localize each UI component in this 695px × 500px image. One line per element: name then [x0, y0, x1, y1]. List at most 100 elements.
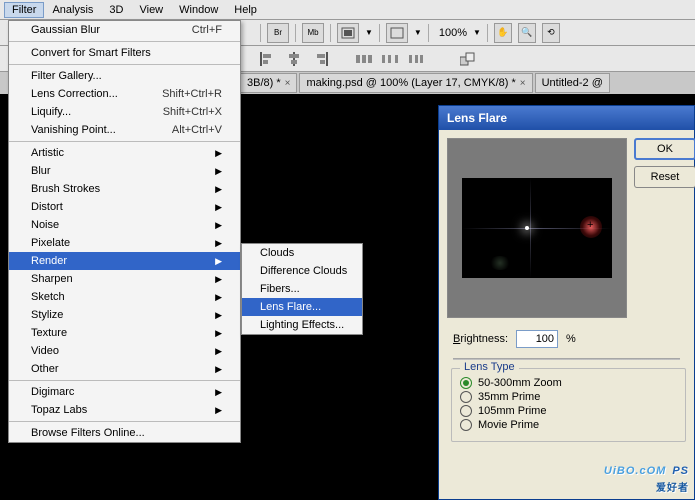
menu-window[interactable]: Window: [171, 2, 226, 18]
menu-convert-smart[interactable]: Convert for Smart Filters: [9, 44, 240, 62]
menu-vanishing-point[interactable]: Vanishing Point...Alt+Ctrl+V: [9, 121, 240, 139]
zoom-level[interactable]: 100%: [439, 27, 467, 39]
hand-tool-icon[interactable]: ✋: [494, 23, 512, 43]
zoom-tool-icon[interactable]: 🔍: [518, 23, 536, 43]
doc-tab[interactable]: making.psd @ 100% (Layer 17, CMYK/8) *×: [299, 73, 532, 93]
submenu-clouds[interactable]: Clouds: [242, 244, 362, 262]
menubar: Filter Analysis 3D View Window Help: [0, 0, 695, 20]
separator: [260, 24, 261, 42]
ok-button[interactable]: OK: [634, 138, 695, 160]
radio-35mm[interactable]: 35mm Prime: [460, 391, 677, 403]
menu-digimarc[interactable]: Digimarc▶: [9, 383, 240, 401]
submenu-arrow-icon: ▶: [215, 184, 222, 195]
submenu-lens-flare[interactable]: Lens Flare...: [242, 298, 362, 316]
radio-icon: [460, 405, 472, 417]
submenu-arrow-icon: ▶: [215, 202, 222, 213]
submenu-arrow-icon: ▶: [215, 387, 222, 398]
preview-box[interactable]: [447, 138, 627, 318]
submenu-arrow-icon: ▶: [215, 220, 222, 231]
menu-sketch[interactable]: Sketch▶: [9, 288, 240, 306]
separator: [487, 24, 488, 42]
menu-lens-correction[interactable]: Lens Correction...Shift+Ctrl+R: [9, 85, 240, 103]
brightness-slider[interactable]: [453, 358, 680, 360]
menu-texture[interactable]: Texture▶: [9, 324, 240, 342]
align-center-h-icon[interactable]: [286, 52, 302, 66]
separator: [428, 24, 429, 42]
radio-movie[interactable]: Movie Prime: [460, 419, 677, 431]
menu-filter-gallery[interactable]: Filter Gallery...: [9, 67, 240, 85]
brightness-label: Brightness:: [453, 333, 508, 345]
render-submenu: Clouds Difference Clouds Fibers... Lens …: [241, 243, 363, 335]
menu-blur[interactable]: Blur▶: [9, 162, 240, 180]
submenu-arrow-icon: ▶: [215, 148, 222, 159]
dialog-titlebar[interactable]: Lens Flare: [439, 106, 694, 130]
menu-artistic[interactable]: Artistic▶: [9, 144, 240, 162]
radio-icon: [460, 377, 472, 389]
doc-tab[interactable]: 3B/8) *×: [240, 73, 297, 93]
menu-distort[interactable]: Distort▶: [9, 198, 240, 216]
submenu-arrow-icon: ▶: [215, 292, 222, 303]
screenmode-button[interactable]: [337, 23, 359, 43]
menu-analysis[interactable]: Analysis: [44, 2, 101, 18]
submenu-arrow-icon: ▶: [215, 238, 222, 249]
flare-center-crosshair[interactable]: [580, 216, 602, 238]
radio-icon: [460, 419, 472, 431]
menu-sharpen[interactable]: Sharpen▶: [9, 270, 240, 288]
radio-50-300mm[interactable]: 50-300mm Zoom: [460, 377, 677, 389]
submenu-arrow-icon: ▶: [215, 328, 222, 339]
menu-pixelate[interactable]: Pixelate▶: [9, 234, 240, 252]
lens-type-group: Lens Type 50-300mm Zoom 35mm Prime 105mm…: [451, 368, 686, 442]
menu-view[interactable]: View: [131, 2, 171, 18]
menu-video[interactable]: Video▶: [9, 342, 240, 360]
submenu-arrow-icon: ▶: [215, 256, 222, 267]
menu-liquify[interactable]: Liquify...Shift+Ctrl+X: [9, 103, 240, 121]
menu-help[interactable]: Help: [226, 2, 265, 18]
menu-noise[interactable]: Noise▶: [9, 216, 240, 234]
distribute-h2-icon[interactable]: [382, 52, 398, 66]
submenu-fibers[interactable]: Fibers...: [242, 280, 362, 298]
rotate-tool-icon[interactable]: ⟲: [542, 23, 560, 43]
menu-filter[interactable]: Filter: [4, 2, 44, 18]
menu-3d[interactable]: 3D: [101, 2, 131, 18]
distribute-h3-icon[interactable]: [408, 52, 424, 66]
menu-stylize[interactable]: Stylize▶: [9, 306, 240, 324]
lens-flare-dialog: Lens Flare OK Reset Brightness: % Lens T…: [438, 105, 695, 500]
submenu-difference-clouds[interactable]: Difference Clouds: [242, 262, 362, 280]
menu-render[interactable]: Render▶: [9, 252, 240, 270]
menu-brush-strokes[interactable]: Brush Strokes▶: [9, 180, 240, 198]
watermark: UiBO.cOM PS 爱好者: [604, 458, 689, 494]
lens-type-legend: Lens Type: [460, 361, 519, 373]
submenu-arrow-icon: ▶: [215, 346, 222, 357]
separator: [295, 24, 296, 42]
align-left-icon[interactable]: [260, 52, 276, 66]
submenu-arrow-icon: ▶: [215, 274, 222, 285]
minibridge-button[interactable]: Mb: [302, 23, 324, 43]
filter-menu-dropdown: Gaussian BlurCtrl+F Convert for Smart Fi…: [8, 20, 241, 443]
close-icon[interactable]: ×: [520, 78, 526, 89]
bridge-button[interactable]: Br: [267, 23, 289, 43]
radio-icon: [460, 391, 472, 403]
menu-last-filter[interactable]: Gaussian BlurCtrl+F: [9, 21, 240, 39]
reset-button[interactable]: Reset: [634, 166, 695, 188]
submenu-arrow-icon: ▶: [215, 405, 222, 416]
percent-label: %: [566, 333, 576, 345]
radio-105mm[interactable]: 105mm Prime: [460, 405, 677, 417]
submenu-lighting-effects[interactable]: Lighting Effects...: [242, 316, 362, 334]
separator: [330, 24, 331, 42]
doc-tab[interactable]: Untitled-2 @: [535, 73, 610, 93]
align-right-icon[interactable]: [312, 52, 328, 66]
distribute-h1-icon[interactable]: [356, 52, 372, 66]
dropdown-icon: ▼: [473, 28, 481, 37]
preview-image[interactable]: [462, 178, 612, 278]
menu-topaz[interactable]: Topaz Labs▶: [9, 401, 240, 419]
auto-align-icon[interactable]: [460, 51, 480, 67]
viewextras-button[interactable]: [386, 23, 408, 43]
close-icon[interactable]: ×: [285, 78, 291, 89]
brightness-input[interactable]: [516, 330, 558, 348]
menu-browse-filters[interactable]: Browse Filters Online...: [9, 424, 240, 442]
separator: [379, 24, 380, 42]
menu-other[interactable]: Other▶: [9, 360, 240, 378]
dropdown-icon: ▼: [365, 28, 373, 37]
dropdown-icon: ▼: [414, 28, 422, 37]
submenu-arrow-icon: ▶: [215, 364, 222, 375]
